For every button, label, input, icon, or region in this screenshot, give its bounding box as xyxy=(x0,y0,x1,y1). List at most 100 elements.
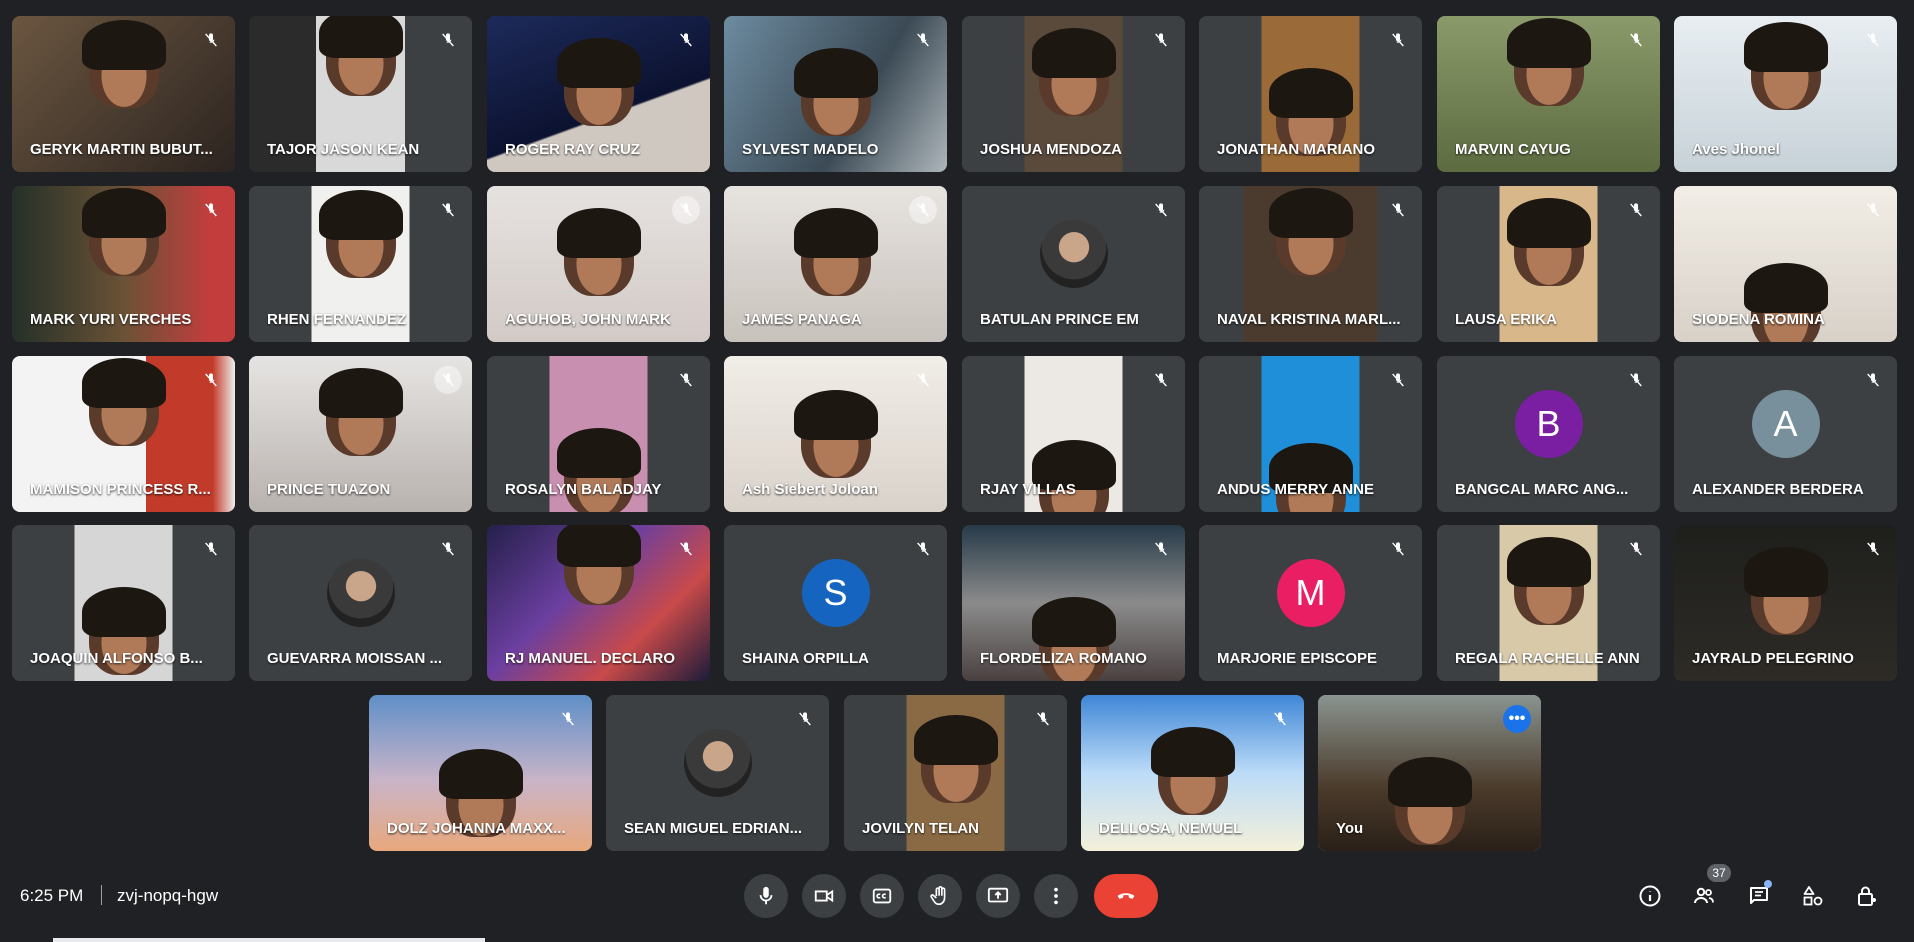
participant-tile[interactable]: RJAY VILLAS xyxy=(962,356,1185,512)
muted-mic-icon xyxy=(197,366,225,394)
people-button[interactable] xyxy=(1690,882,1718,910)
microphone-button[interactable] xyxy=(744,874,788,918)
participant-tile[interactable]: AGUHOB, JOHN MARK xyxy=(487,186,710,342)
participant-tile[interactable]: MARK YURI VERCHES xyxy=(12,186,235,342)
participant-tile[interactable]: JOSHUA MENDOZA xyxy=(962,16,1185,172)
participant-tile[interactable]: GUEVARRA MOISSAN ... xyxy=(249,525,472,681)
participant-hair xyxy=(1268,68,1353,118)
participant-name: JONATHAN MARIANO xyxy=(1217,141,1376,158)
captions-button[interactable] xyxy=(860,874,904,918)
captions-icon xyxy=(872,888,892,904)
muted-mic-icon xyxy=(1622,535,1650,563)
participant-tile[interactable]: FLORDELIZA ROMANO xyxy=(962,525,1185,681)
muted-mic-icon xyxy=(1147,366,1175,394)
participant-name: DOLZ JOHANNA MAXX... xyxy=(387,820,566,837)
muted-mic-icon xyxy=(1859,196,1887,224)
participant-hair xyxy=(318,16,403,58)
camera-button[interactable] xyxy=(802,874,846,918)
muted-mic-icon xyxy=(909,26,937,54)
participant-name: JAYRALD PELEGRINO xyxy=(1692,650,1854,667)
bottom-toolbar: 6:25 PM zvj-nopq-hgw 37 xyxy=(0,860,1914,942)
hang-up-icon xyxy=(1117,893,1135,899)
participant-hair xyxy=(1387,757,1472,807)
participant-tile[interactable]: ANDUS MERRY ANNE xyxy=(1199,356,1422,512)
participant-tile-self[interactable]: ••• You xyxy=(1318,695,1541,851)
participant-name: MAMISON PRINCESS R... xyxy=(30,481,211,498)
participant-tile[interactable]: NAVAL KRISTINA MARL... xyxy=(1199,186,1422,342)
leave-call-button[interactable] xyxy=(1094,874,1158,918)
muted-mic-icon xyxy=(1622,366,1650,394)
participant-tile[interactable]: JAYRALD PELEGRINO xyxy=(1674,525,1897,681)
muted-mic-icon xyxy=(909,196,937,224)
participant-name: JOAQUIN ALFONSO B... xyxy=(30,650,203,667)
participant-tile[interactable]: DOLZ JOHANNA MAXX... xyxy=(369,695,592,851)
participant-tile[interactable]: ROGER RAY CRUZ xyxy=(487,16,710,172)
participant-name: JAMES PANAGA xyxy=(742,311,862,328)
participant-tile[interactable]: Aves Jhonel xyxy=(1674,16,1897,172)
participant-hair xyxy=(1031,28,1116,78)
muted-mic-icon xyxy=(672,196,700,224)
meeting-code[interactable]: zvj-nopq-hgw xyxy=(117,886,218,906)
participant-hair xyxy=(1743,547,1828,597)
participant-tile[interactable]: JONATHAN MARIANO xyxy=(1199,16,1422,172)
participant-tile[interactable]: GERYK MARTIN BUBUT... xyxy=(12,16,235,172)
muted-mic-icon xyxy=(434,26,462,54)
chat-notification-dot xyxy=(1764,880,1772,888)
participant-hair xyxy=(556,525,641,567)
participant-tile[interactable]: BATULAN PRINCE EM xyxy=(962,186,1185,342)
participant-hair xyxy=(913,715,998,765)
muted-mic-icon xyxy=(554,705,582,733)
participant-name: Ash Siebert Joloan xyxy=(742,481,878,498)
muted-mic-icon xyxy=(1266,705,1294,733)
muted-mic-icon xyxy=(1384,26,1412,54)
participant-photo-avatar xyxy=(326,559,395,627)
participant-tile[interactable]: SIODENA ROMINA xyxy=(1674,186,1897,342)
meeting-info-button[interactable] xyxy=(1636,882,1664,910)
participant-tile[interactable]: JOAQUIN ALFONSO B... xyxy=(12,525,235,681)
participant-hair xyxy=(1506,537,1591,587)
participant-name: SYLVEST MADELO xyxy=(742,141,879,158)
participant-tile[interactable]: S SHAINA ORPILLA xyxy=(724,525,947,681)
participant-tile[interactable]: MARVIN CAYUG xyxy=(1437,16,1660,172)
participant-tile[interactable]: B BANGCAL MARC ANG... xyxy=(1437,356,1660,512)
participant-tile[interactable]: M MARJORIE EPISCOPE xyxy=(1199,525,1422,681)
participant-tile[interactable]: PRINCE TUAZON xyxy=(249,356,472,512)
participant-tile[interactable]: LAUSA ERIKA xyxy=(1437,186,1660,342)
participant-tile[interactable]: REGALA RACHELLE ANN xyxy=(1437,525,1660,681)
participant-tile[interactable]: ROSALYN BALADJAY xyxy=(487,356,710,512)
participant-tile[interactable]: JOVILYN TELAN xyxy=(844,695,1067,851)
present-screen-button[interactable] xyxy=(976,874,1020,918)
participant-tile[interactable]: TAJOR JASON KEAN xyxy=(249,16,472,172)
muted-mic-icon xyxy=(197,535,225,563)
participant-tile[interactable]: DELLOSA, NEMUEL xyxy=(1081,695,1304,851)
participant-name: GUEVARRA MOISSAN ... xyxy=(267,650,443,667)
people-icon xyxy=(1694,887,1714,904)
participant-name: SHAINA ORPILLA xyxy=(742,650,869,667)
participant-tile[interactable]: SEAN MIGUEL EDRIAN... xyxy=(606,695,829,851)
participant-tile[interactable]: Ash Siebert Joloan xyxy=(724,356,947,512)
participant-tile[interactable]: RHEN FERNANDEZ xyxy=(249,186,472,342)
participant-tile[interactable]: A ALEXANDER BERDERA xyxy=(1674,356,1897,512)
participant-tile[interactable]: MAMISON PRINCESS R... xyxy=(12,356,235,512)
participant-tile[interactable]: SYLVEST MADELO xyxy=(724,16,947,172)
participant-tile[interactable]: JAMES PANAGA xyxy=(724,186,947,342)
participant-tile[interactable]: RJ MANUEL. DECLARO xyxy=(487,525,710,681)
more-options-button[interactable] xyxy=(1034,874,1078,918)
loading-progress-bar xyxy=(53,938,485,942)
raise-hand-button[interactable] xyxy=(918,874,962,918)
participant-name: TAJOR JASON KEAN xyxy=(267,141,420,158)
muted-mic-icon xyxy=(1859,26,1887,54)
activities-button[interactable] xyxy=(1799,882,1827,910)
participant-name: SIODENA ROMINA xyxy=(1692,311,1825,328)
tile-more-options-icon[interactable]: ••• xyxy=(1503,705,1531,733)
participant-name: MARVIN CAYUG xyxy=(1455,141,1571,158)
muted-mic-icon xyxy=(672,366,700,394)
participant-hair xyxy=(1743,22,1828,72)
participant-hair xyxy=(1150,727,1235,777)
participant-hair xyxy=(556,208,641,258)
participant-name: SEAN MIGUEL EDRIAN... xyxy=(624,820,803,837)
meeting-time: 6:25 PM xyxy=(20,886,84,905)
participant-name: GERYK MARTIN BUBUT... xyxy=(30,141,213,158)
muted-mic-icon xyxy=(1384,196,1412,224)
host-controls-button[interactable] xyxy=(1853,882,1881,910)
